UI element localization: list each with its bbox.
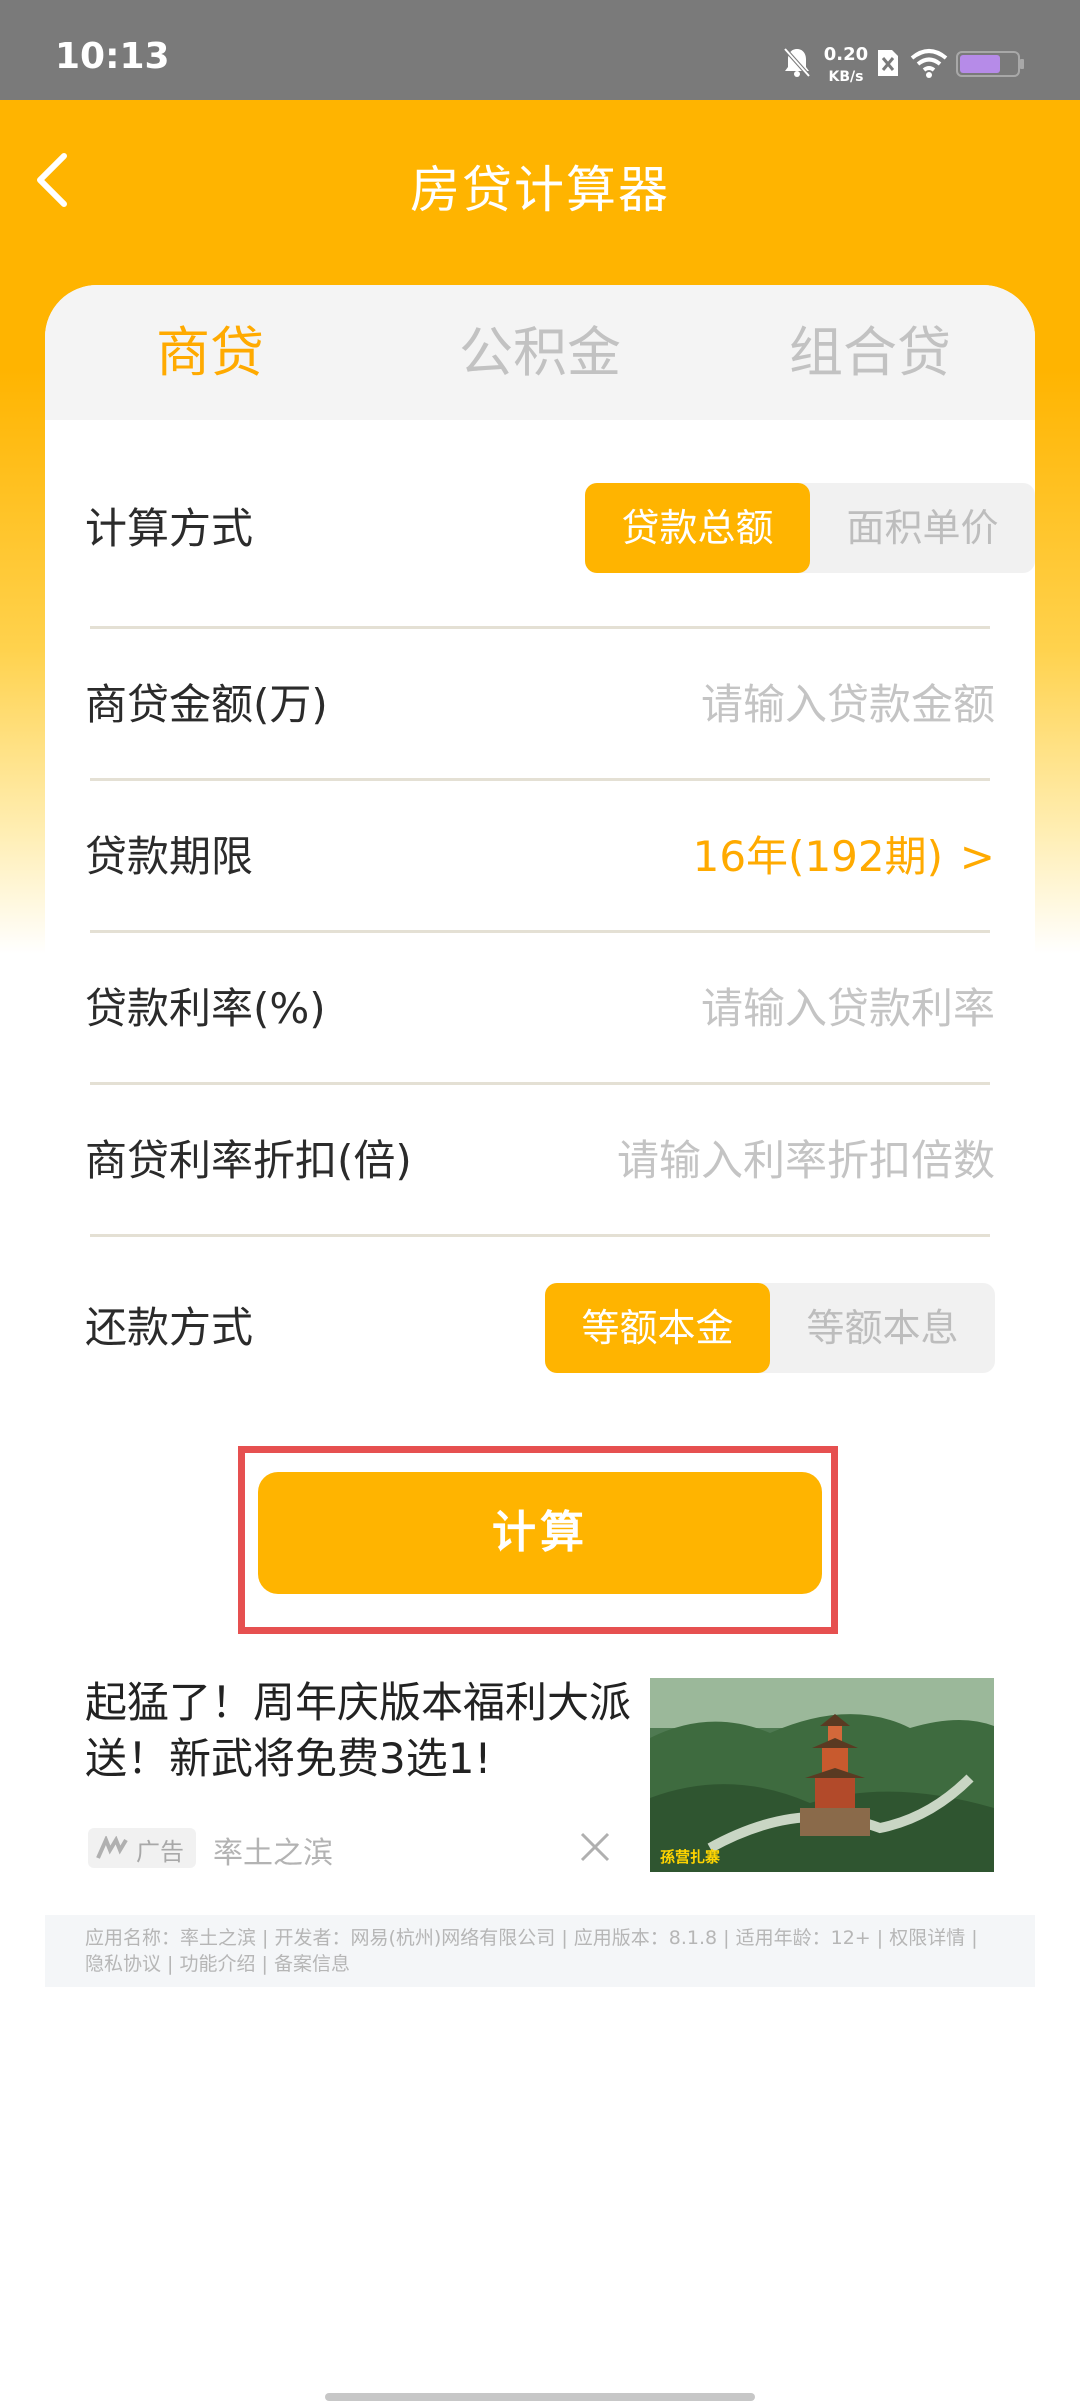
- ad-image[interactable]: 孫营扎寨: [650, 1678, 994, 1872]
- tab-combined[interactable]: 组合贷: [705, 285, 1035, 420]
- calc-method-option-total[interactable]: 贷款总额: [585, 483, 810, 573]
- network-speed: 0.20 KB/s: [818, 44, 874, 88]
- calc-method-label: 计算方式: [85, 504, 254, 553]
- rate-discount-row[interactable]: 商贷利率折扣(倍) 请输入利率折扣倍数: [85, 1085, 1035, 1237]
- divider: [90, 1234, 990, 1237]
- calc-method-option-area[interactable]: 面积单价: [810, 483, 1035, 573]
- interest-rate-row[interactable]: 贷款利率(%) 请输入贷款利率: [85, 933, 1035, 1085]
- repayment-toggle: 等额本金 等额本息: [545, 1283, 995, 1373]
- wifi-icon: [910, 49, 948, 78]
- battery-icon: [956, 51, 1024, 77]
- page-title: 房贷计算器: [410, 161, 670, 219]
- tab-commercial[interactable]: 商贷: [45, 285, 375, 420]
- network-speed-unit: KB/s: [828, 69, 864, 85]
- close-icon[interactable]: [578, 1830, 612, 1864]
- loan-amount-input[interactable]: 请输入贷款金额: [701, 629, 995, 781]
- status-bar: 10:13 0.20 KB/s: [0, 0, 1080, 100]
- ad-title[interactable]: 起猛了！周年庆版本福利大派送！新武将免费3选1!: [85, 1675, 645, 1787]
- calc-method-row: 计算方式 贷款总额 面积单价: [85, 453, 1035, 605]
- rate-discount-input[interactable]: 请输入利率折扣倍数: [617, 1085, 995, 1237]
- home-indicator[interactable]: [325, 2393, 755, 2401]
- interest-rate-input[interactable]: 请输入贷款利率: [701, 933, 995, 1085]
- ad-logo-icon: [96, 1836, 128, 1859]
- status-time: 10:13: [55, 36, 170, 77]
- loan-term-value[interactable]: 16年(192期): [693, 781, 943, 933]
- calc-method-toggle: 贷款总额 面积单价: [585, 483, 1035, 573]
- ad-badge-label: 广告: [136, 1838, 184, 1866]
- loan-term-row[interactable]: 贷款期限 16年(192期) >: [85, 781, 1035, 933]
- rate-discount-label: 商贷利率折扣(倍): [85, 1136, 412, 1185]
- network-speed-value: 0.20: [823, 44, 869, 65]
- repayment-row: 还款方式 等额本金 等额本息: [85, 1253, 1035, 1405]
- loan-amount-row[interactable]: 商贷金额(万) 请输入贷款金额: [85, 629, 1035, 781]
- calculate-button[interactable]: 计算: [258, 1472, 822, 1594]
- mute-bell-icon: [783, 47, 811, 78]
- repayment-option-equal-installment[interactable]: 等额本息: [770, 1283, 995, 1373]
- ad-source: 率土之滨: [213, 1836, 333, 1871]
- loan-term-label: 贷款期限: [85, 832, 254, 881]
- ad-badge: 广告: [88, 1828, 196, 1868]
- loan-amount-label: 商贷金额(万): [85, 680, 328, 729]
- chevron-right-icon[interactable]: >: [960, 781, 995, 933]
- ad-image-caption: 孫营扎寨: [660, 1848, 720, 1866]
- loan-type-tabs: 商贷 公积金 组合贷: [45, 285, 1035, 420]
- sim-x-icon: [878, 50, 898, 76]
- app-info: 应用名称：率土之滨 | 开发者：网易(杭州)网络有限公司 | 应用版本：8.1.…: [45, 1915, 1035, 1987]
- interest-rate-label: 贷款利率(%): [85, 984, 326, 1033]
- tab-provident-fund[interactable]: 公积金: [375, 285, 705, 420]
- repayment-label: 还款方式: [85, 1303, 254, 1352]
- repayment-option-equal-principal[interactable]: 等额本金: [545, 1283, 770, 1373]
